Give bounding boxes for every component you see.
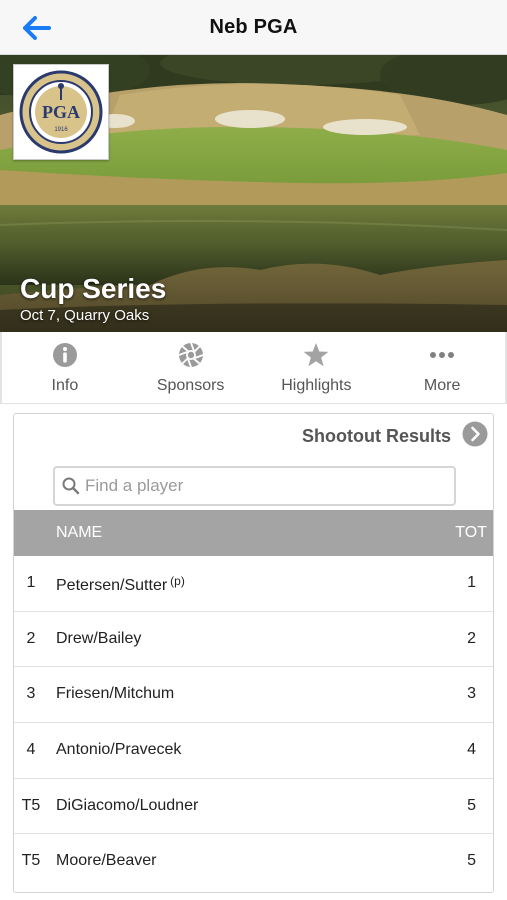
table-row[interactable]: 2 Drew/Bailey 2 [14,612,493,668]
shootout-results-header[interactable]: Shootout Results [14,414,493,456]
event-hero-banner: PGA 1916 Cup Series Oct 7, Quarry Oaks [0,55,507,332]
row-player-name: Petersen/Sutter (p) [56,574,185,595]
pga-logo: PGA 1916 [13,64,109,160]
column-header-total: TOT [455,524,487,541]
row-total: 5 [467,796,476,814]
ellipsis-icon [430,352,455,358]
row-position: T5 [21,796,41,814]
star-icon [304,343,329,367]
player-search-box [53,466,456,506]
player-search-input[interactable] [85,472,445,500]
row-total: 1 [467,574,476,591]
tab-info[interactable]: Info [2,332,128,403]
results-table-header: NAME TOT [14,510,493,556]
svg-text:PGA: PGA [42,102,80,122]
row-position: 4 [26,741,36,759]
shootout-results-title: Shootout Results [302,426,451,446]
top-navigation-bar: Neb PGA [0,0,507,55]
tab-more-label: More [423,377,461,394]
shootout-results-panel: Shootout Results NAME TOT 1 Petersen/Sut… [13,413,494,893]
table-row[interactable]: 4 Antonio/Pravecek 4 [14,723,493,779]
row-position: 3 [26,685,36,703]
row-position: 1 [26,574,36,591]
table-row[interactable]: T5 DiGiacomo/Loudner 5 [14,779,493,835]
row-total: 4 [467,741,476,759]
event-title: Cup Series [20,273,167,304]
page-title: Neb PGA [209,16,298,38]
tab-sponsors[interactable]: Sponsors [128,332,254,403]
tab-highlights-label: Highlights [281,377,352,394]
player-name-text: Petersen/Sutter [56,577,168,594]
row-player-name: Friesen/Mitchum [56,685,175,703]
table-row[interactable]: 3 Friesen/Mitchum 3 [14,667,493,724]
row-position: 2 [26,629,36,647]
pga-seal-icon: PGA 1916 [19,70,103,154]
event-tab-bar: Info Sponsors Highlights More [0,332,507,404]
results-table-body: 1 Petersen/Sutter (p) 1 2 Drew/Bailey 2 3… [14,556,493,890]
aperture-icon [178,342,203,368]
row-total: 2 [467,629,476,647]
info-icon [52,343,77,367]
tab-highlights[interactable]: Highlights [254,332,380,403]
row-total: 5 [467,852,476,870]
tab-sponsors-label: Sponsors [156,377,225,394]
row-total: 3 [467,685,476,703]
row-player-name: Drew/Bailey [56,629,142,647]
table-row[interactable]: T5 Moore/Beaver 5 [14,834,493,890]
tab-info-label: Info [51,377,79,394]
row-player-name: DiGiacomo/Loudner [56,796,199,814]
search-icon [62,477,80,495]
tab-more[interactable]: More [379,332,505,403]
row-player-name: Antonio/Pravecek [56,741,182,759]
table-row[interactable]: 1 Petersen/Sutter (p) 1 [14,556,493,612]
row-player-name: Moore/Beaver [56,852,157,870]
row-position: T5 [21,852,41,870]
event-date-location: Oct 7, Quarry Oaks [20,307,150,324]
column-header-name: NAME [56,524,103,541]
chevron-right-icon [462,421,488,447]
player-note: (p) [170,574,185,588]
svg-text:1916: 1916 [54,127,68,133]
